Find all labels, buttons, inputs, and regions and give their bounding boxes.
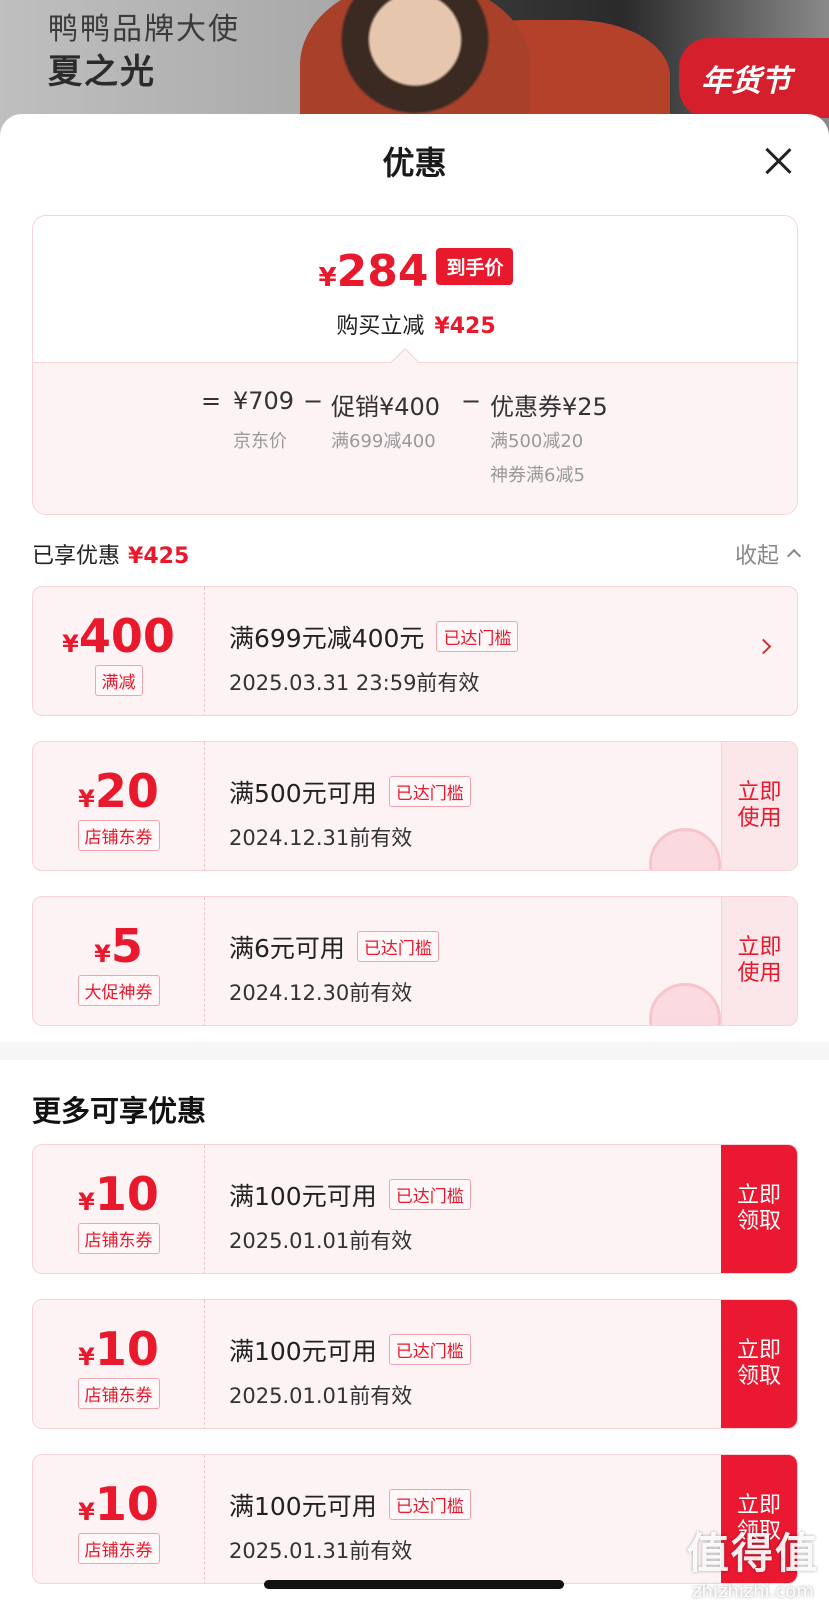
enjoyed-label: 已享优惠 [32, 544, 121, 569]
currency-symbol: ¥ [318, 263, 337, 293]
reduce-line: 购买立减 ¥425 [33, 308, 797, 340]
coupon-type-badge: 店铺东券 [77, 820, 160, 851]
coupon-card: ¥10 店铺东券 满100元可用 已达门槛 2025.01.01前有效 立即 领取 [32, 1144, 798, 1274]
coupon-currency: ¥ [94, 940, 111, 968]
coupon-expiry: 2025.01.31前有效 [229, 1539, 413, 1563]
coupon-type-badge: 满减 [94, 665, 143, 696]
coupon-value: 10 [94, 1167, 159, 1221]
coupon-condition: 满100元可用 [229, 1492, 377, 1521]
close-icon[interactable] [763, 146, 793, 176]
coupon-amount: 优惠券¥25 [490, 393, 608, 421]
price-summary-card: ¥284 到手价 购买立减 ¥425 = ¥709 京东价 − 促销¥400 满69… [32, 215, 798, 515]
coupon-rule: 神券满6减5 [490, 465, 585, 486]
coupon-currency: ¥ [62, 630, 79, 658]
reduce-amount: ¥425 [434, 314, 496, 339]
coupon-expiry: 2025.01.01前有效 [229, 1229, 413, 1253]
coupon-card[interactable]: ¥400 满减 满699元减400元 已达门槛 2025.03.31 23:59前… [32, 586, 798, 716]
coupon-card: ¥10 店铺东券 满100元可用 已达门槛 2025.01.31前有效 立即 领取 [32, 1454, 798, 1584]
more-discounts-title: 更多可享优惠 [32, 1094, 207, 1128]
coupon-expiry: 2024.12.31前有效 [229, 826, 413, 850]
watermark-url: zhizhizhi.com [692, 1581, 814, 1602]
banner-name-text: 夏之光 [48, 52, 156, 92]
coupon-expiry: 2025.01.01前有效 [229, 1384, 413, 1408]
discount-sheet: 优惠 ¥284 到手价 购买立减 ¥425 = ¥709 京东价 − 促销¥400 … [0, 114, 829, 1605]
promo-amount: 促销¥400 [331, 393, 441, 421]
coupon-currency: ¥ [78, 785, 95, 813]
coupon-value: 10 [94, 1322, 159, 1376]
coupon-value: 20 [94, 764, 159, 818]
coupon-currency: ¥ [78, 1188, 95, 1216]
coupon-rule: 满500减20 [490, 431, 584, 452]
threshold-badge: 已达门槛 [388, 1334, 471, 1365]
festival-tag: 年货节 [679, 38, 829, 118]
site-watermark: 值得值 zhizhizhi.com [687, 1520, 819, 1602]
coupon-condition: 满500元可用 [229, 779, 377, 808]
coupon-currency: ¥ [78, 1343, 95, 1371]
threshold-badge: 已达门槛 [436, 621, 519, 652]
collapse-button[interactable]: 收起 [734, 538, 802, 570]
price-breakdown: = ¥709 京东价 − 促销¥400 满699减400 − 优惠券¥25 满5… [33, 347, 797, 514]
chevron-right-icon[interactable] [755, 638, 772, 655]
threshold-badge: 已达门槛 [388, 1179, 471, 1210]
coupon-value: 5 [110, 919, 143, 973]
coupon-type-badge: 店铺东券 [77, 1223, 160, 1254]
coupon-type-badge: 店铺东券 [77, 1378, 160, 1409]
use-now-button[interactable]: 立即 使用 [721, 742, 797, 870]
coupon-expiry: 2024.12.30前有效 [229, 981, 413, 1005]
promo-rule: 满699减400 [331, 431, 436, 452]
coupon-card: ¥5 大促神券 满6元可用 已达门槛 2024.12.30前有效 立即 使用 [32, 896, 798, 1026]
coupon-card: ¥20 店铺东券 满500元可用 已达门槛 2024.12.31前有效 立即 使用 [32, 741, 798, 871]
final-price: ¥284 到手价 [33, 246, 797, 297]
coupon-condition: 满6元可用 [229, 934, 345, 963]
final-price-value: 284 [336, 246, 429, 297]
coupon-card: ¥10 店铺东券 满100元可用 已达门槛 2025.01.01前有效 立即 领取 [32, 1299, 798, 1429]
jd-price: ¥709 [233, 387, 295, 415]
threshold-badge: 已达门槛 [356, 931, 439, 962]
enjoyed-amount: ¥425 [128, 544, 190, 569]
watermark-logo: 值得值 [686, 1529, 819, 1578]
enjoyed-discount: 已享优惠 ¥425 [32, 538, 189, 570]
claim-button[interactable]: 立即 领取 [721, 1145, 797, 1273]
sheet-title: 优惠 [382, 144, 447, 182]
coupon-value: 400 [78, 609, 175, 663]
collapse-label: 收起 [734, 544, 779, 569]
coupon-type-badge: 店铺东券 [77, 1533, 160, 1564]
coupon-condition: 满699元减400元 [229, 624, 425, 653]
coupon-value: 10 [94, 1477, 159, 1531]
coupon-currency: ¥ [78, 1498, 95, 1526]
threshold-badge: 已达门槛 [388, 776, 471, 807]
coupon-condition: 满100元可用 [229, 1337, 377, 1366]
signature-image [46, 96, 174, 116]
equals-sign: = [201, 387, 222, 415]
coupon-type-badge: 大促神券 [77, 975, 160, 1006]
minus-sign: − [303, 387, 324, 415]
claim-button[interactable]: 立即 领取 [721, 1300, 797, 1428]
minus-sign: − [461, 387, 482, 415]
home-indicator[interactable] [264, 1580, 564, 1589]
banner-ambassador-text: 鸭鸭品牌大使 [48, 12, 240, 47]
final-price-tag: 到手价 [436, 248, 514, 285]
reduce-label: 购买立减 [336, 314, 425, 339]
coupon-expiry: 2025.03.31 23:59前有效 [229, 671, 480, 695]
jd-price-label: 京东价 [233, 431, 287, 452]
section-divider [0, 1042, 829, 1060]
chevron-up-icon [786, 548, 802, 564]
use-now-button[interactable]: 立即 使用 [721, 897, 797, 1025]
coupon-condition: 满100元可用 [229, 1182, 377, 1211]
threshold-badge: 已达门槛 [388, 1489, 471, 1520]
claimed-stamp-icon [649, 983, 721, 1025]
claimed-stamp-icon [649, 828, 721, 870]
